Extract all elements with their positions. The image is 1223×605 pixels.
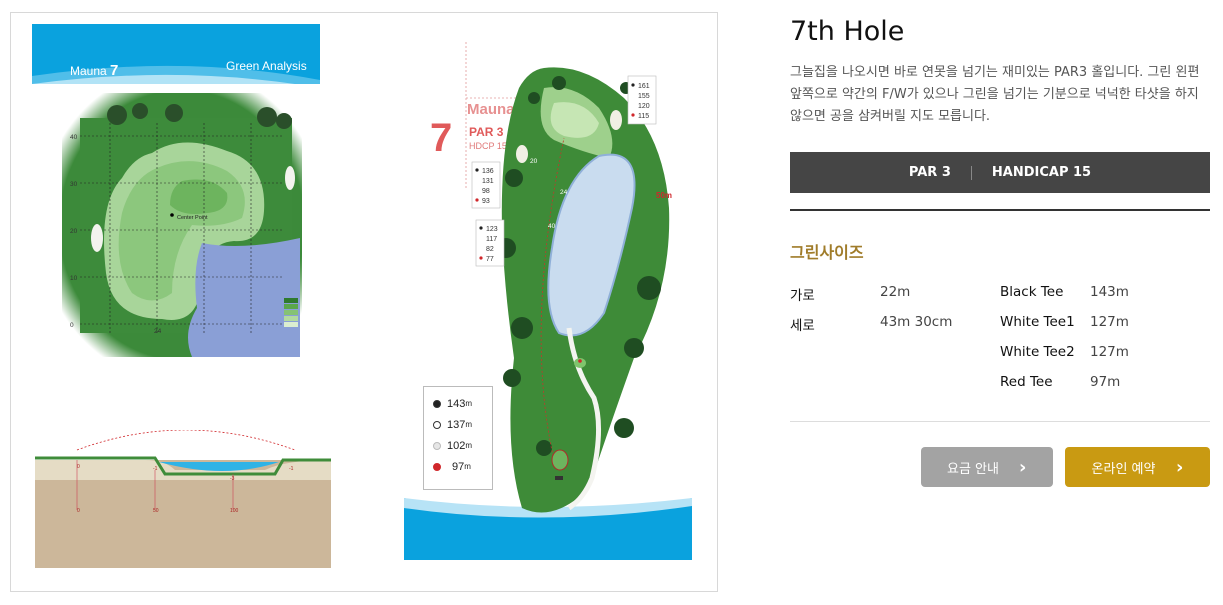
tee-value: 127m — [1090, 344, 1129, 360]
par-handicap-bar: PAR 3 HANDICAP 15 — [790, 152, 1210, 193]
svg-text:131: 131 — [482, 178, 494, 185]
svg-text:93: 93 — [482, 198, 490, 205]
svg-text:-1: -1 — [153, 466, 158, 472]
svg-text:10: 10 — [70, 275, 78, 282]
svg-text:0: 0 — [77, 508, 80, 514]
hole-number: 7 — [430, 116, 452, 160]
elevation-profile: 0 -1 -3 -1 0 50 100 — [35, 430, 331, 568]
svg-text:100: 100 — [230, 508, 239, 514]
fee-info-button[interactable]: 요금 안내 › — [921, 447, 1053, 487]
online-booking-button[interactable]: 온라인 예약 › — [1065, 447, 1210, 487]
fee-info-label: 요금 안내 — [947, 461, 999, 477]
svg-text:-1: -1 — [289, 466, 294, 472]
svg-text:50m: 50m — [656, 191, 672, 200]
svg-text:155: 155 — [638, 93, 650, 100]
svg-text:20: 20 — [530, 158, 538, 165]
svg-text:77: 77 — [486, 256, 494, 263]
online-booking-label: 온라인 예약 — [1091, 461, 1156, 477]
legend-row: 97 m — [433, 456, 492, 477]
divider — [790, 209, 1210, 211]
green-size-title: 그린사이즈 — [790, 243, 864, 262]
legend-row: 143 m — [433, 393, 492, 414]
green-width-value: 22m — [880, 284, 911, 300]
chevron-right-icon: › — [1176, 456, 1184, 478]
svg-text:82: 82 — [486, 246, 494, 253]
divider — [970, 165, 972, 180]
chevron-right-icon: › — [1019, 456, 1027, 478]
tee-value: 127m — [1090, 314, 1129, 330]
tee-label: White Tee1 — [1000, 314, 1075, 330]
green-diagram: Center Point 40 30 20 10 0 24 — [62, 93, 302, 357]
svg-text:-3: -3 — [230, 476, 235, 482]
svg-text:117: 117 — [486, 236, 497, 243]
legend-row: 137 m — [433, 414, 492, 435]
svg-text:161: 161 — [638, 83, 650, 90]
svg-text:24: 24 — [560, 189, 568, 196]
svg-text:0: 0 — [77, 464, 80, 470]
svg-text:20: 20 — [70, 228, 78, 235]
svg-text:98: 98 — [482, 188, 490, 195]
handicap-label: HANDICAP 15 — [991, 165, 1092, 180]
svg-text:115: 115 — [638, 113, 649, 120]
svg-text:40: 40 — [548, 223, 556, 230]
green-width-label: 가로 — [790, 288, 815, 304]
par-label: PAR 3 — [908, 165, 951, 180]
legend-row: 102 m — [433, 435, 492, 456]
svg-text:50: 50 — [153, 508, 159, 514]
hole-title: 7th Hole — [790, 16, 905, 47]
svg-text:136: 136 — [482, 168, 494, 175]
course-name: Mauna — [467, 101, 515, 118]
divider — [790, 421, 1210, 422]
tee-label: White Tee2 — [1000, 344, 1075, 360]
svg-text:24: 24 — [154, 328, 162, 335]
center-point-label: Center Point — [177, 215, 208, 221]
tee-value: 97m — [1090, 374, 1121, 390]
distance-legend: 143 m 137 m 102 m 97 m — [423, 386, 493, 490]
green-analysis-subtitle: Green Analysis — [226, 59, 307, 73]
green-length-value: 43m 30cm — [880, 314, 953, 330]
svg-text:30: 30 — [70, 181, 78, 188]
green-length-label: 세로 — [790, 318, 815, 334]
hole-description: 그늘집을 나오시면 바로 연못을 넘기는 재미있는 PAR3 홀입니다. 그린 … — [790, 65, 1200, 124]
svg-text:120: 120 — [638, 103, 650, 110]
hole-hdcp: HDCP 15 — [469, 141, 507, 151]
tee-value: 143m — [1090, 284, 1129, 300]
green-analysis-title: Mauna 7 — [70, 62, 119, 79]
tee-label: Black Tee — [1000, 284, 1064, 300]
tee-label: Red Tee — [1000, 374, 1053, 390]
svg-text:40: 40 — [70, 134, 78, 141]
svg-text:123: 123 — [486, 226, 498, 233]
hole-par: PAR 3 — [469, 125, 504, 139]
svg-text:0: 0 — [70, 322, 74, 329]
